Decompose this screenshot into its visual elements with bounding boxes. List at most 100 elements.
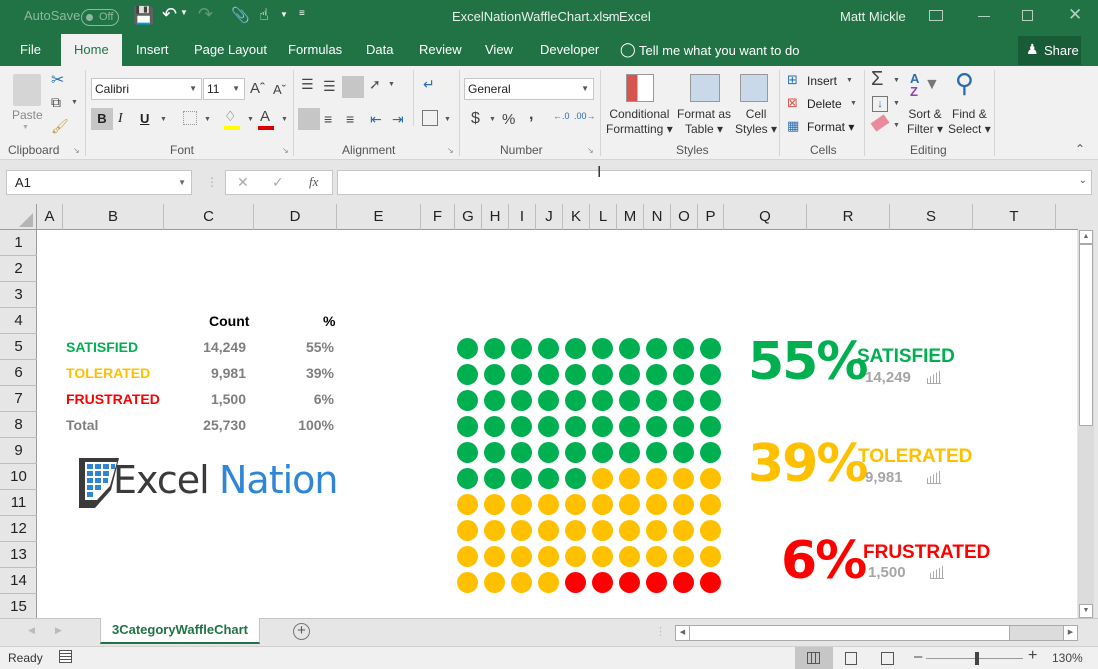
cancel-icon[interactable]: ✕ bbox=[237, 174, 249, 191]
decrease-indent-icon[interactable]: ⇤ bbox=[370, 111, 382, 128]
formula-bar-grip[interactable]: ⋮ bbox=[206, 175, 218, 189]
user-name[interactable]: Matt Mickle bbox=[840, 9, 906, 24]
clear-dropdown-icon[interactable]: ▼ bbox=[893, 122, 900, 129]
increase-decimal-icon[interactable]: ←.0 bbox=[553, 111, 570, 121]
tab-formulas[interactable]: Formulas bbox=[274, 34, 356, 66]
align-bottom-button[interactable] bbox=[342, 76, 364, 98]
format-painter-icon[interactable]: 🖌 bbox=[51, 118, 69, 135]
row-header-14[interactable]: 14 bbox=[0, 568, 37, 594]
column-header-m[interactable]: M bbox=[617, 204, 644, 230]
clipboard-launcher-icon[interactable]: ↘ bbox=[73, 146, 80, 155]
autosave-toggle[interactable]: Off bbox=[81, 9, 119, 26]
new-sheet-button[interactable]: + bbox=[293, 623, 310, 640]
tab-split-grip[interactable]: ⋮ bbox=[655, 625, 666, 638]
row-header-2[interactable]: 2 bbox=[0, 256, 37, 282]
underline-dropdown-icon[interactable]: ▼ bbox=[160, 116, 167, 123]
delete-button[interactable]: Delete bbox=[807, 97, 842, 111]
column-header-k[interactable]: K bbox=[563, 204, 590, 230]
paste-button[interactable]: Paste bbox=[12, 108, 43, 123]
tab-review[interactable]: Review bbox=[405, 34, 476, 66]
cut-icon[interactable]: ✂ bbox=[51, 70, 64, 90]
horizontal-scrollbar[interactable]: ◀ ▶ bbox=[675, 625, 1078, 641]
row-header-15[interactable]: 15 bbox=[0, 594, 37, 620]
format-button[interactable]: Format ▾ bbox=[807, 120, 854, 134]
save-icon[interactable]: 💾 bbox=[133, 6, 154, 26]
column-header-c[interactable]: C bbox=[164, 204, 254, 230]
percent-button[interactable]: % bbox=[502, 111, 515, 128]
customize-qat-icon[interactable]: ≡ bbox=[299, 8, 305, 19]
undo-dropdown-icon[interactable]: ▼ bbox=[180, 8, 188, 17]
column-header-i[interactable]: I bbox=[509, 204, 536, 230]
font-color-icon[interactable]: A bbox=[260, 108, 270, 125]
fill-color-icon[interactable]: ♢ bbox=[224, 108, 237, 125]
vertical-scroll-thumb[interactable] bbox=[1079, 244, 1093, 426]
align-top-icon[interactable]: ☰ bbox=[301, 76, 314, 93]
column-header-n[interactable]: N bbox=[644, 204, 671, 230]
chevron-down-icon[interactable]: ▼ bbox=[178, 171, 186, 194]
column-header-p[interactable]: P bbox=[698, 204, 724, 230]
row-header-5[interactable]: 5 bbox=[0, 334, 37, 360]
decrease-decimal-icon[interactable]: .00→ bbox=[574, 111, 596, 121]
font-color-dropdown-icon[interactable]: ▼ bbox=[281, 116, 288, 123]
align-left-button[interactable] bbox=[298, 108, 320, 130]
font-name-select[interactable]: Calibri ▼ bbox=[91, 78, 202, 100]
worksheet-grid[interactable]: Count % SATISFIED 14,249 55% TOLERATED 9,981… bbox=[37, 230, 1077, 618]
row-header-13[interactable]: 13 bbox=[0, 542, 37, 568]
row-header-7[interactable]: 7 bbox=[0, 386, 37, 412]
collapse-ribbon-icon[interactable]: ⌃ bbox=[1075, 142, 1085, 156]
cell-styles-button[interactable]: Cell Styles ▾ bbox=[735, 107, 777, 137]
zoom-out-button[interactable]: – bbox=[914, 648, 922, 665]
delete-dropdown-icon[interactable]: ▼ bbox=[850, 100, 857, 107]
page-layout-view-icon[interactable] bbox=[845, 652, 857, 665]
italic-button[interactable]: I bbox=[118, 111, 123, 127]
comma-button[interactable]: , bbox=[529, 106, 533, 124]
column-header-f[interactable]: F bbox=[421, 204, 455, 230]
format-as-table-button[interactable]: Format as Table ▾ bbox=[677, 107, 731, 137]
alignment-launcher-icon[interactable]: ↘ bbox=[447, 146, 454, 155]
tab-data[interactable]: Data bbox=[352, 34, 407, 66]
column-header-g[interactable]: G bbox=[455, 204, 482, 230]
scroll-left-button[interactable]: ◀ bbox=[676, 626, 690, 640]
row-header-8[interactable]: 8 bbox=[0, 412, 37, 438]
column-header-l[interactable]: L bbox=[590, 204, 617, 230]
name-box[interactable]: A1 ▼ bbox=[6, 170, 192, 195]
row-header-3[interactable]: 3 bbox=[0, 282, 37, 308]
row-header-6[interactable]: 6 bbox=[0, 360, 37, 386]
tab-page-layout[interactable]: Page Layout bbox=[180, 34, 281, 66]
row-header-1[interactable]: 1 bbox=[0, 230, 37, 256]
column-header-t[interactable]: T bbox=[973, 204, 1056, 230]
font-launcher-icon[interactable]: ↘ bbox=[282, 146, 289, 155]
conditional-formatting-button[interactable]: Conditional Formatting ▾ bbox=[606, 107, 673, 137]
column-header-j[interactable]: J bbox=[536, 204, 563, 230]
zoom-slider-thumb[interactable] bbox=[975, 652, 979, 665]
align-middle-icon[interactable]: ☰ bbox=[323, 78, 336, 95]
copy-icon[interactable]: ⧉ bbox=[51, 94, 61, 111]
close-icon[interactable]: ✕ bbox=[1068, 5, 1082, 25]
insert-button[interactable]: Insert bbox=[807, 74, 837, 88]
number-launcher-icon[interactable]: ↘ bbox=[587, 146, 594, 155]
row-header-9[interactable]: 9 bbox=[0, 438, 37, 464]
orientation-icon[interactable]: ➚ bbox=[369, 76, 381, 93]
prev-sheet-icon[interactable]: ◀ bbox=[28, 625, 35, 636]
touch-mode-icon[interactable]: ☝ bbox=[259, 5, 269, 25]
tab-developer[interactable]: Developer bbox=[526, 34, 613, 66]
normal-view-button[interactable] bbox=[795, 647, 833, 669]
underline-button[interactable]: U bbox=[140, 111, 149, 126]
page-break-view-icon[interactable] bbox=[881, 652, 894, 665]
select-all-button[interactable] bbox=[0, 204, 37, 230]
vertical-scrollbar[interactable]: ▲ ▼ bbox=[1078, 230, 1094, 618]
currency-dropdown-icon[interactable]: ▼ bbox=[489, 116, 496, 123]
column-header-r[interactable]: R bbox=[807, 204, 890, 230]
column-header-b[interactable]: B bbox=[63, 204, 164, 230]
row-header-4[interactable]: 4 bbox=[0, 308, 37, 334]
insert-function-button[interactable]: fx bbox=[309, 174, 318, 190]
merge-center-icon[interactable] bbox=[422, 110, 438, 126]
autosum-icon[interactable]: Σ bbox=[871, 68, 883, 91]
scroll-down-button[interactable]: ▼ bbox=[1079, 604, 1093, 618]
paste-icon[interactable] bbox=[13, 74, 41, 106]
fill-icon[interactable]: ↓ bbox=[872, 96, 888, 112]
minimize-icon[interactable] bbox=[978, 16, 990, 17]
enter-check-icon[interactable]: ✓ bbox=[272, 174, 284, 191]
autosum-dropdown-icon[interactable]: ▼ bbox=[893, 77, 900, 84]
fill-dropdown-icon[interactable]: ▼ bbox=[893, 100, 900, 107]
